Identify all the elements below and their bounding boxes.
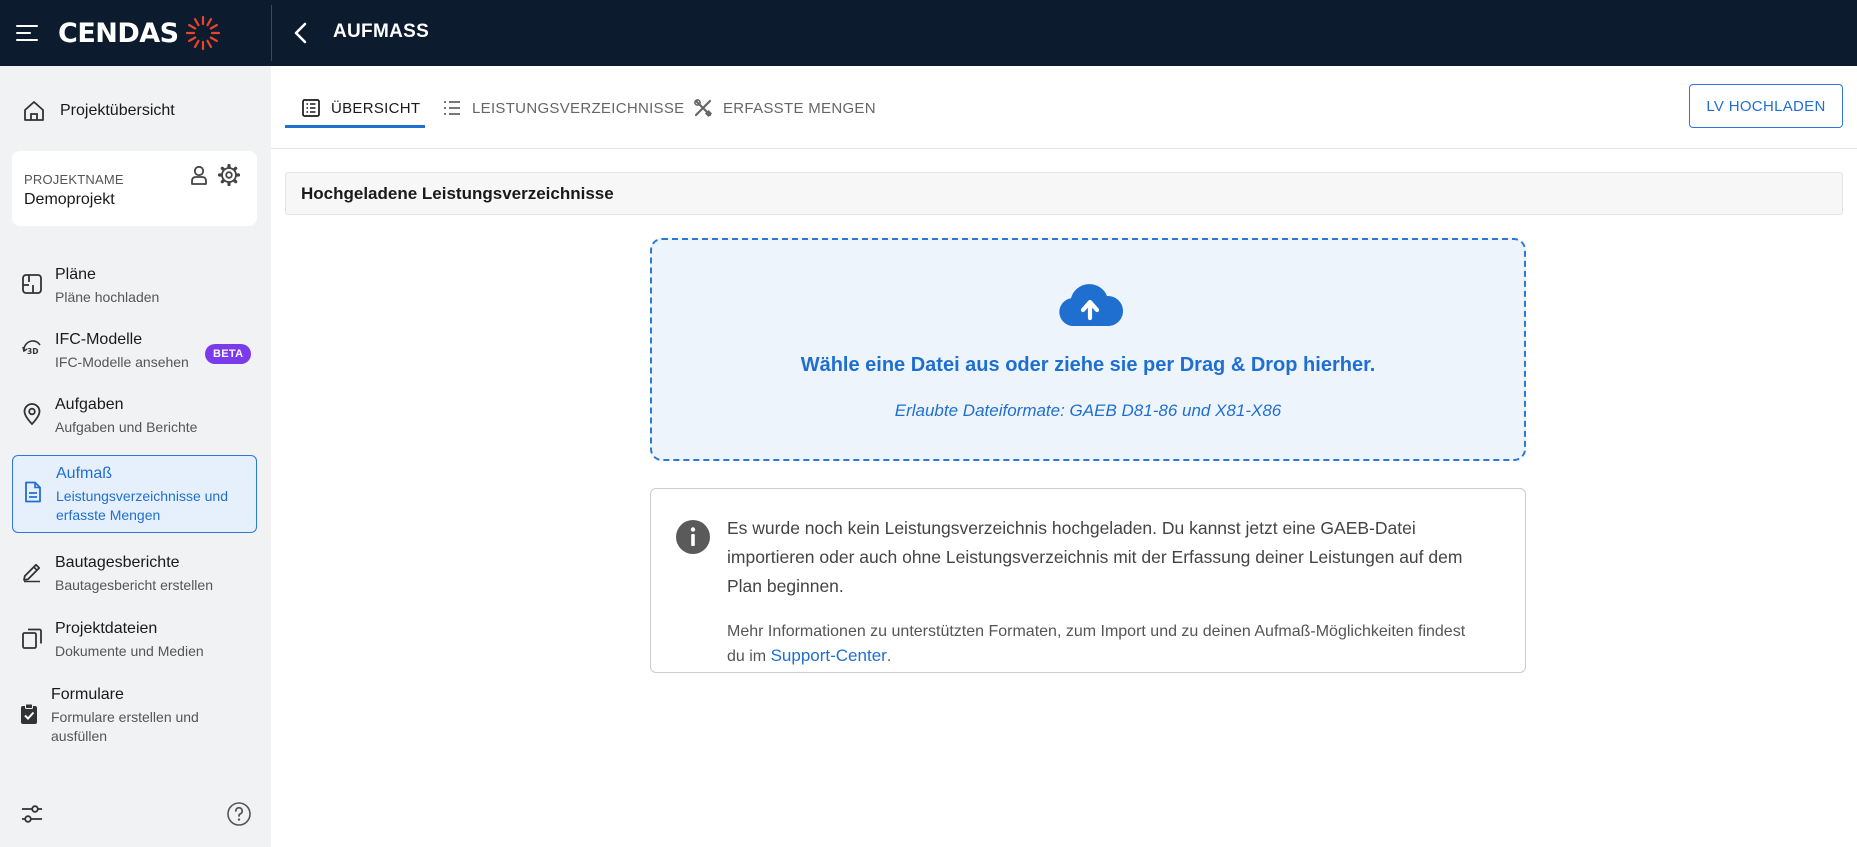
sidebar-item-subtitle: Formulare erstellen und ausfüllen	[51, 709, 199, 744]
sidebar-item-project-overview[interactable]: Projektübersicht	[12, 90, 258, 132]
sidebar-item-label: Projektübersicht	[60, 102, 175, 119]
sliders-icon	[22, 805, 42, 823]
tab-service-specifications[interactable]: LEISTUNGSVERZEICHNISSE	[442, 90, 684, 126]
info-icon	[676, 520, 710, 554]
help-button[interactable]	[226, 801, 252, 827]
list-icon	[444, 101, 460, 115]
logo-mark-icon	[185, 15, 220, 51]
dropzone-allowed-formats: Erlaubte Dateiformate: GAEB D81-86 und X…	[894, 401, 1282, 420]
info-more-suffix: .	[886, 648, 892, 665]
filter-settings-button[interactable]	[20, 802, 44, 826]
sidebar-item-title: IFC-Modelle	[55, 331, 143, 348]
cloud-upload-icon	[1059, 284, 1123, 326]
dropzone-primary-text: Wähle eine Datei aus oder ziehe sie per …	[800, 354, 1376, 376]
page-title: AUFMASS	[333, 21, 430, 42]
top-bar: CENDAS AUFMASS	[0, 0, 1857, 66]
sidebar-item-title: Bautagesberichte	[55, 554, 180, 571]
info-box: Es wurde noch kein Leistungsverzeichnis …	[650, 488, 1526, 673]
help-icon	[227, 802, 251, 826]
project-caption: PROJEKTNAME	[24, 172, 124, 187]
main-content: ÜBERSICHT LEISTUNGSVERZEICHNISSE ERFASST…	[271, 66, 1857, 847]
list-box-icon	[302, 99, 320, 117]
tab-label: ERFASSTE MENGEN	[723, 99, 876, 117]
sidebar: Projektübersicht PROJEKTNAME Demoprojekt…	[0, 66, 271, 847]
tab-label: LEISTUNGSVERZEICHNISSE	[472, 99, 685, 117]
sidebar-item-subtitle: Dokumente und Medien	[55, 643, 204, 659]
sidebar-item-subtitle: Leistungsverzeichnisse und erfasste Meng…	[56, 488, 228, 523]
sidebar-item-subtitle: Pläne hochladen	[55, 289, 160, 305]
sidebar-item-title: Pläne	[55, 266, 96, 283]
project-name: Demoprojekt	[24, 191, 115, 208]
sidebar-item-subtitle: Bautagesbericht erstellen	[55, 577, 213, 593]
section-header: Hochgeladene Leistungsverzeichnisse	[285, 172, 1843, 215]
svg-text:3D: 3D	[27, 347, 38, 356]
sidebar-item-daily-reports[interactable]: Bautagesberichte Bautagesbericht erstell…	[12, 552, 257, 598]
hamburger-icon[interactable]	[16, 22, 40, 44]
sidebar-item-project-files[interactable]: Projektdateien Dokumente und Medien	[12, 618, 257, 664]
user-icon	[191, 165, 207, 185]
file-dropzone[interactable]: Wähle eine Datei aus oder ziehe sie per …	[650, 238, 1526, 461]
rotate-3d-icon: 3D	[22, 340, 41, 356]
sidebar-item-ifc-models[interactable]: 3D IFC-Modelle IFC-Modelle ansehen BETA	[12, 329, 257, 375]
document-icon	[25, 481, 41, 503]
sidebar-item-tasks[interactable]: Aufgaben Aufgaben und Berichte	[12, 394, 257, 440]
chevron-left-icon	[294, 22, 307, 44]
location-pin-icon	[23, 403, 41, 426]
support-center-link[interactable]: Support-Center	[771, 646, 887, 665]
logo-text: CENDAS	[58, 17, 179, 49]
beta-badge: BETA	[205, 344, 252, 364]
tab-label: ÜBERSICHT	[331, 99, 421, 117]
active-tab-indicator	[285, 125, 425, 128]
section-title: Hochgeladene Leistungsverzeichnisse	[301, 184, 614, 203]
project-members-button[interactable]	[187, 163, 211, 187]
tab-bar: ÜBERSICHT LEISTUNGSVERZEICHNISSE ERFASST…	[271, 66, 1857, 149]
sidebar-item-title: Aufmaß	[56, 465, 113, 482]
topbar-divider	[271, 5, 272, 61]
project-settings-button[interactable]	[217, 163, 241, 187]
tab-overview[interactable]: ÜBERSICHT	[301, 90, 420, 126]
sidebar-item-title: Aufgaben	[55, 396, 124, 413]
sidebar-item-forms[interactable]: Formulare Formulare erstellen und ausfül…	[12, 684, 257, 750]
back-button[interactable]	[285, 17, 317, 49]
info-more: Mehr Informationen zu unterstützten Form…	[727, 620, 1467, 669]
copy-icon	[22, 628, 42, 649]
logo[interactable]: CENDAS	[58, 14, 221, 52]
clipboard-check-icon	[21, 703, 37, 724]
sidebar-item-plans[interactable]: Pläne Pläne hochladen	[12, 264, 257, 310]
info-message: Es wurde noch kein Leistungsverzeichnis …	[727, 518, 1463, 596]
sidebar-item-title: Formulare	[51, 686, 124, 703]
sidebar-item-title: Projektdateien	[55, 620, 158, 637]
upload-specification-button[interactable]: LV HOCHLADEN	[1689, 84, 1843, 128]
sidebar-item-measurement[interactable]: Aufmaß Leistungsverzeichnisse und erfass…	[12, 455, 257, 533]
gear-icon	[217, 163, 241, 187]
pencil-icon	[23, 563, 41, 583]
floorplan-icon	[22, 274, 42, 294]
sidebar-item-subtitle: Aufgaben und Berichte	[55, 419, 198, 435]
tools-icon	[694, 99, 713, 118]
home-icon	[24, 101, 44, 121]
tab-recorded-quantities[interactable]: ERFASSTE MENGEN	[693, 90, 876, 126]
project-card: PROJEKTNAME Demoprojekt	[12, 151, 257, 226]
